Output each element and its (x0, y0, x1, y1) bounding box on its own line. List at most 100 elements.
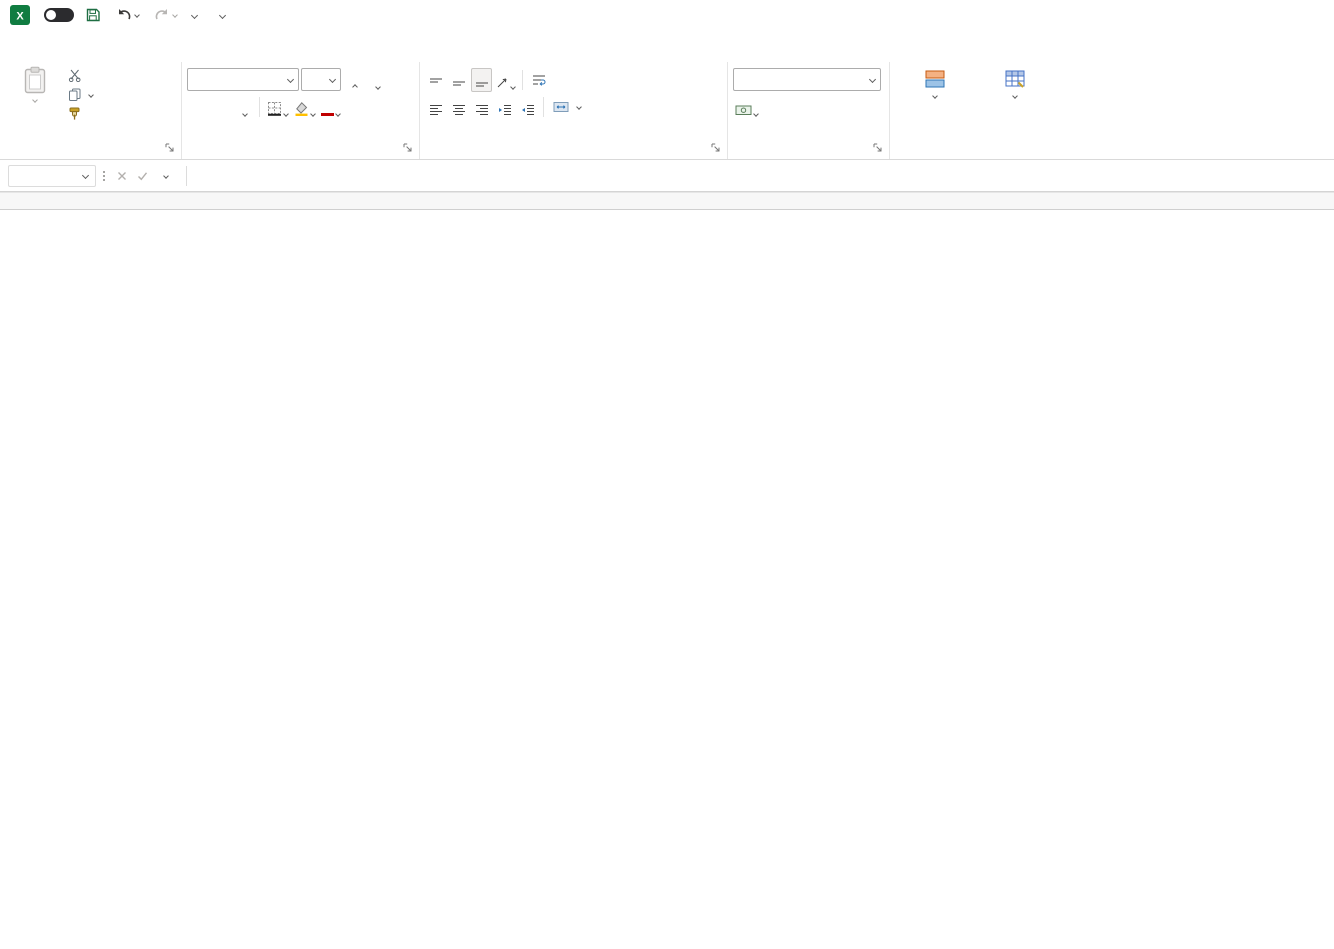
redo-dropdown-icon (172, 12, 178, 18)
spreadsheet-grid (0, 192, 1334, 210)
align-middle-button[interactable] (448, 68, 469, 92)
increase-decimal-button[interactable] (808, 95, 829, 119)
font-size-select[interactable] (301, 68, 341, 91)
dialog-launcher-icon[interactable] (710, 142, 721, 156)
chevron-down-icon (328, 75, 337, 84)
cut-button[interactable] (65, 66, 96, 85)
align-center-icon (452, 104, 465, 115)
dialog-launcher-icon[interactable] (164, 142, 175, 156)
save-button[interactable] (81, 5, 105, 25)
merge-center-button[interactable] (549, 95, 585, 119)
formula-bar-handle[interactable] (103, 170, 105, 181)
separator (522, 69, 523, 90)
font-name-select[interactable] (187, 68, 299, 91)
paste-button[interactable] (11, 66, 59, 124)
percent-style-button[interactable] (762, 95, 783, 119)
underline-button[interactable] (233, 95, 254, 119)
decrease-indent-button[interactable] (494, 95, 515, 119)
quick-access-more-button[interactable] (188, 11, 201, 20)
increase-font-size-button[interactable] (343, 68, 364, 92)
chevron-down-icon (190, 11, 199, 19)
redo-button[interactable] (150, 6, 181, 24)
document-title[interactable] (214, 11, 227, 19)
orientation-button[interactable] (494, 68, 517, 92)
chevron-down-icon (283, 110, 289, 117)
align-bottom-icon (475, 82, 488, 86)
chevron-down-icon (753, 110, 759, 117)
conditional-formatting-button[interactable] (895, 66, 975, 99)
format-painter-button[interactable] (65, 104, 96, 123)
copy-dropdown-icon (88, 91, 94, 98)
chevron-down-icon (241, 110, 248, 117)
conditional-formatting-icon (925, 70, 945, 88)
group-label-font (187, 142, 414, 159)
ribbon-group-styles (890, 62, 1334, 159)
ribbon-group-number (728, 62, 890, 159)
borders-icon (268, 101, 281, 116)
format-painter-icon (69, 107, 80, 120)
align-right-icon (475, 104, 488, 115)
ribbon-tab-bar (0, 30, 1334, 62)
ribbon-group-alignment (420, 62, 728, 159)
undo-button[interactable] (112, 6, 143, 24)
font-color-icon (321, 112, 334, 116)
formula-bar (0, 160, 1334, 192)
align-right-button[interactable] (471, 95, 492, 119)
ribbon (0, 62, 1334, 160)
wrap-text-button[interactable] (528, 68, 554, 92)
align-left-button[interactable] (425, 95, 446, 119)
check-icon (137, 171, 147, 180)
paste-dropdown-icon (32, 97, 38, 103)
chevron-down-icon (286, 75, 295, 84)
align-bottom-button[interactable] (471, 67, 492, 92)
italic-button[interactable] (210, 95, 231, 119)
filename-dropdown-icon (218, 11, 227, 19)
clipboard-icon (24, 66, 46, 94)
cancel-button[interactable] (112, 165, 132, 187)
toggle-knob-icon (46, 10, 56, 20)
number-format-select[interactable] (733, 68, 881, 91)
autosave-toggle[interactable] (44, 8, 74, 22)
align-left-icon (429, 104, 442, 115)
save-icon (86, 8, 100, 22)
font-color-button[interactable] (319, 95, 342, 119)
align-center-button[interactable] (448, 95, 469, 119)
decrease-indent-icon (498, 104, 511, 115)
group-label-number (733, 142, 884, 159)
copy-icon (69, 88, 81, 101)
chevron-down-icon (510, 83, 516, 90)
chevron-down-icon (81, 171, 90, 180)
bold-button[interactable] (187, 95, 208, 119)
dialog-launcher-icon[interactable] (872, 142, 883, 156)
titlebar: X (0, 0, 1334, 30)
formula-input[interactable] (193, 165, 1334, 187)
dialog-launcher-icon[interactable] (402, 142, 413, 156)
fill-color-button[interactable] (292, 95, 317, 119)
copy-button[interactable] (65, 85, 96, 104)
borders-button[interactable] (265, 95, 290, 119)
svg-text:X: X (16, 11, 24, 23)
decrease-font-size-button[interactable] (366, 68, 387, 92)
group-label-styles (895, 142, 1329, 159)
align-middle-icon (452, 81, 465, 85)
undo-dropdown-icon (134, 12, 140, 18)
chevron-down-icon (576, 103, 582, 110)
decrease-decimal-button[interactable] (831, 95, 852, 119)
excel-logo-icon[interactable]: X (10, 5, 30, 25)
format-as-table-button[interactable] (975, 66, 1055, 99)
accounting-format-button[interactable] (733, 95, 760, 119)
insert-function-button[interactable] (152, 165, 180, 187)
comma-style-button[interactable] (785, 95, 806, 119)
increase-indent-button[interactable] (517, 95, 538, 119)
cancel-icon (118, 171, 126, 180)
increase-indent-icon (521, 104, 534, 115)
name-box[interactable] (8, 164, 96, 187)
orientation-icon (497, 78, 507, 87)
enter-button[interactable] (132, 165, 152, 187)
merge-center-icon (553, 101, 569, 112)
scissors-icon (68, 69, 81, 82)
align-top-icon (429, 78, 442, 82)
format-as-table-icon (1005, 70, 1025, 88)
align-top-button[interactable] (425, 68, 446, 92)
chevron-down-icon (868, 75, 877, 84)
